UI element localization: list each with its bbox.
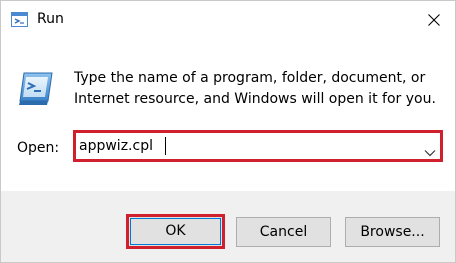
focus-ring [130,218,221,245]
open-input[interactable] [79,135,409,157]
run-app-icon [17,69,55,107]
text-caret [165,137,166,155]
open-combobox[interactable] [73,130,443,162]
chevron-down-icon[interactable] [424,142,436,157]
title-bar[interactable]: Run [1,1,455,39]
cancel-button[interactable]: Cancel [236,217,331,247]
button-footer: OK Cancel Browse... [1,191,455,262]
run-description: Type the name of a program, folder, docu… [74,70,436,107]
close-button[interactable] [411,1,455,39]
ok-button[interactable]: OK [126,214,225,249]
run-icon [11,12,28,27]
open-label: Open: [17,140,60,156]
close-icon [428,14,440,26]
window-title: Run [37,11,64,27]
run-dialog: Run Type the name of a program, folder, … [0,0,456,263]
browse-button[interactable]: Browse... [345,217,440,247]
